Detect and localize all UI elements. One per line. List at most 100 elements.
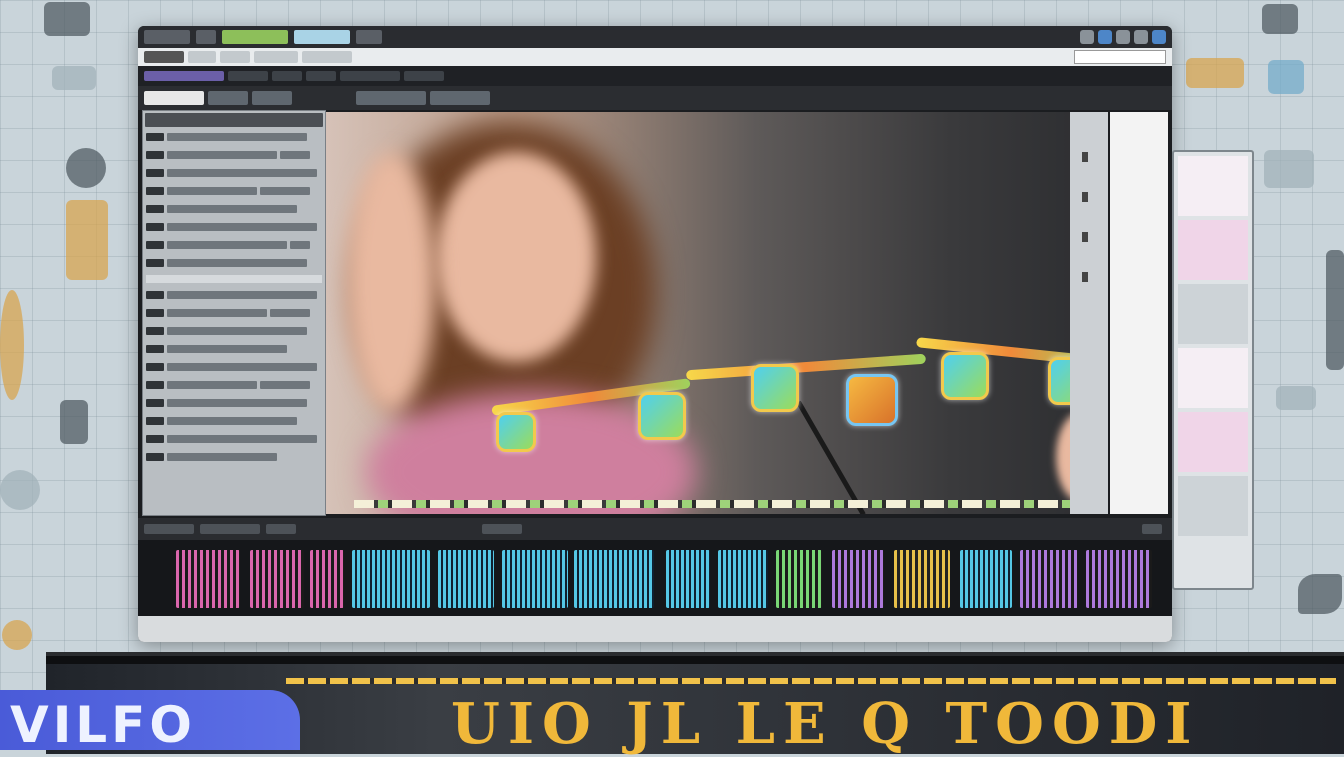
timeline-clip[interactable] <box>310 550 344 608</box>
tab-effects[interactable] <box>208 91 248 105</box>
effect-knot <box>941 352 989 400</box>
menu-item-window[interactable] <box>302 51 352 63</box>
timeline-clip[interactable] <box>718 550 768 608</box>
list-item[interactable] <box>146 323 322 339</box>
scrubber-marker <box>1082 152 1088 162</box>
effect-knot <box>638 392 686 440</box>
preview-thumbnail[interactable] <box>1178 476 1248 536</box>
timeline-clip[interactable] <box>894 550 950 608</box>
tool-bar <box>138 66 1172 86</box>
scrubber-marker <box>1082 192 1088 202</box>
editor-monitor <box>138 26 1172 642</box>
list-item[interactable] <box>146 359 322 375</box>
preview-thumbnail[interactable] <box>1178 348 1248 408</box>
settings-icon[interactable] <box>1116 30 1130 44</box>
menu-item-edit[interactable] <box>188 51 216 63</box>
list-item[interactable] <box>146 341 322 357</box>
wall-tablet-icon <box>1326 250 1344 370</box>
timeline-track-area[interactable] <box>138 540 1172 616</box>
list-item[interactable] <box>146 219 322 235</box>
display-title: UIO JL LE Q TOODI <box>451 691 1200 757</box>
timeline-tool[interactable] <box>266 524 296 534</box>
list-item[interactable] <box>146 431 322 447</box>
viewer-scrubber[interactable] <box>1070 112 1108 514</box>
list-item[interactable] <box>146 147 322 163</box>
tool-audio[interactable] <box>404 71 444 81</box>
record-icon[interactable] <box>1080 30 1094 44</box>
timeline-clip[interactable] <box>438 550 494 608</box>
list-item[interactable] <box>146 183 322 199</box>
media-browser-header <box>145 113 323 127</box>
title-bar <box>138 26 1172 48</box>
timeline-tool[interactable] <box>200 524 260 534</box>
tool-zoom[interactable] <box>306 71 336 81</box>
effect-knot <box>751 364 799 412</box>
effect-knot <box>846 374 898 426</box>
timeline-clip[interactable] <box>776 550 822 608</box>
caption-strip <box>354 500 1092 508</box>
list-item[interactable] <box>146 287 322 303</box>
tool-text[interactable] <box>340 71 400 81</box>
preview-thumbnail[interactable] <box>1178 412 1248 472</box>
menu-item-file[interactable] <box>144 51 184 63</box>
wall-chip-icon <box>52 66 96 90</box>
toolbar-view-button[interactable] <box>294 30 350 44</box>
list-item[interactable] <box>146 395 322 411</box>
wall-note-icon <box>1264 150 1314 188</box>
list-item[interactable] <box>146 129 322 145</box>
preview-thumbnail[interactable] <box>1178 284 1248 344</box>
preview-thumbnail[interactable] <box>1178 220 1248 280</box>
timeline-clip[interactable] <box>1086 550 1152 608</box>
tab-media[interactable] <box>144 91 204 105</box>
wall-badge-icon <box>0 290 24 400</box>
tab-viewer[interactable] <box>356 91 426 105</box>
list-item[interactable] <box>146 449 322 465</box>
menu-item-view[interactable] <box>220 51 250 63</box>
timeline-clip[interactable] <box>960 550 1012 608</box>
side-preview-window[interactable] <box>1172 150 1254 590</box>
window-menu-button[interactable] <box>144 30 190 44</box>
timeline-clip[interactable] <box>666 550 710 608</box>
menu-bar <box>138 48 1172 66</box>
list-item[interactable] <box>146 413 322 429</box>
preview-thumbnail[interactable] <box>1178 156 1248 216</box>
list-item[interactable] <box>146 237 322 253</box>
window-control-button[interactable] <box>196 30 216 44</box>
timeline-clip[interactable] <box>1020 550 1078 608</box>
menu-item-clip[interactable] <box>254 51 298 63</box>
list-item[interactable] <box>146 165 322 181</box>
video-badge-text: VILFO <box>10 696 196 754</box>
timeline-clip[interactable] <box>574 550 654 608</box>
toolbar-edit-button[interactable] <box>356 30 382 44</box>
media-browser-panel <box>142 110 326 516</box>
video-viewer[interactable] <box>326 112 1108 514</box>
list-item[interactable] <box>146 377 322 393</box>
toolbar-mode-button[interactable] <box>222 30 288 44</box>
search-input[interactable] <box>1074 50 1166 64</box>
timeline-tool[interactable] <box>1142 524 1162 534</box>
wall-device-icon <box>66 200 108 280</box>
list-item[interactable] <box>146 305 322 321</box>
list-item[interactable] <box>146 201 322 217</box>
subject-face <box>436 152 596 362</box>
tool-select[interactable] <box>144 71 224 81</box>
list-item[interactable] <box>146 255 322 271</box>
timeline-tool[interactable] <box>482 524 522 534</box>
timeline-clip[interactable] <box>250 550 304 608</box>
wall-dial-icon <box>66 148 106 188</box>
help-icon[interactable] <box>1134 30 1148 44</box>
timeline-clip[interactable] <box>832 550 884 608</box>
status-bar <box>138 616 1172 642</box>
timeline-header <box>138 518 1172 540</box>
tool-cut[interactable] <box>228 71 268 81</box>
timeline-clip[interactable] <box>502 550 568 608</box>
timeline-clip[interactable] <box>176 550 240 608</box>
panel-tabs <box>138 86 1172 110</box>
user-icon[interactable] <box>1152 30 1166 44</box>
tool-slip[interactable] <box>272 71 302 81</box>
timeline-clip[interactable] <box>352 550 430 608</box>
globe-icon[interactable] <box>1098 30 1112 44</box>
tab-audio[interactable] <box>252 91 292 105</box>
tab-inspector[interactable] <box>430 91 490 105</box>
timeline-tool[interactable] <box>144 524 194 534</box>
